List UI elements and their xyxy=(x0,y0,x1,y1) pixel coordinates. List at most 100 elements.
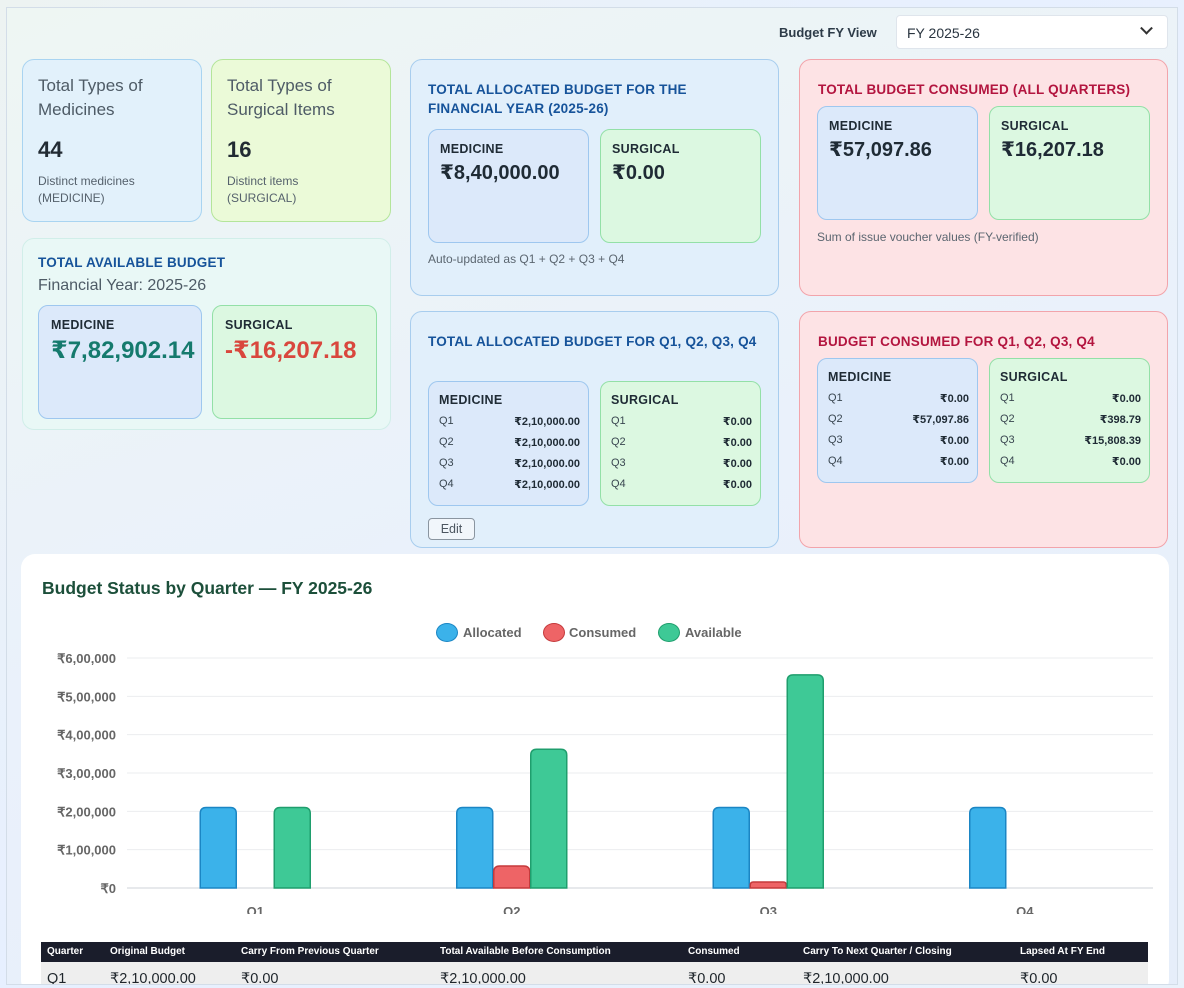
allocated-fy-note: Auto-updated as Q1 + Q2 + Q3 + Q4 xyxy=(428,252,625,266)
allocated-fy-medicine-value: ₹8,40,000.00 xyxy=(440,162,560,184)
consumed-medicine-q4-row: Q4 ₹0.00 xyxy=(828,455,969,475)
table-cell: ₹0.00 xyxy=(1020,971,1058,985)
allocated-quarters-surgical-label: SURGICAL xyxy=(611,393,679,407)
table-header-cell: Carry To Next Quarter / Closing xyxy=(803,946,952,957)
table-header-cell: Lapsed At FY End xyxy=(1020,946,1106,957)
table-row: Q1 ₹2,10,000.00 ₹0.00 ₹2,10,000.00 ₹0.00… xyxy=(41,962,1148,985)
y-tick-label: ₹6,00,000 xyxy=(57,651,116,666)
medicine-types-note: Distinct medicines (MEDICINE) xyxy=(38,174,135,205)
available-surgical-box: SURGICAL -₹16,207.18 xyxy=(212,305,377,419)
allocated-fy-surgical-label: SURGICAL xyxy=(612,142,680,156)
consumed-medicine-q1-row: Q1 ₹0.00 xyxy=(828,392,969,412)
consumed-fy-title: TOTAL BUDGET CONSUMED (ALL QUARTERS) xyxy=(818,82,1131,97)
surgical-types-card: Total Types of Surgical Items 16 Distinc… xyxy=(211,59,391,222)
allocated-fy-surgical-value: ₹0.00 xyxy=(612,162,665,184)
available-budget-subtitle: Financial Year: 2025-26 xyxy=(38,277,207,294)
quarter-label: Q4 xyxy=(611,478,626,490)
quarter-value: ₹0.00 xyxy=(1111,393,1141,405)
bar-allocated-q4[interactable] xyxy=(969,806,1007,889)
table-header-cell: Original Budget xyxy=(110,946,185,957)
allocated-fy-title: TOTAL ALLOCATED BUDGET FOR THE FINANCIAL… xyxy=(428,82,687,116)
consumed-fy-medicine-value: ₹57,097.86 xyxy=(829,139,932,161)
y-tick-label: ₹0 xyxy=(100,881,116,896)
dashboard-frame: Budget FY View FY 2025-26 Total Types of… xyxy=(6,7,1178,985)
quarter-value: ₹0.00 xyxy=(939,435,969,447)
quarter-label: Q3 xyxy=(611,457,626,469)
consumed-fy-note: Sum of issue voucher values (FY-verified… xyxy=(817,230,1039,244)
table-header-cell: Carry From Previous Quarter xyxy=(241,946,379,957)
chart-panel: Budget Status by Quarter — FY 2025-26 Al… xyxy=(21,554,1169,985)
y-tick-label: ₹5,00,000 xyxy=(57,689,116,704)
available-surgical-value: -₹16,207.18 xyxy=(225,337,357,364)
surgical-types-note: Distinct items (SURGICAL) xyxy=(227,174,299,205)
consumed-quarters-medicine-label: MEDICINE xyxy=(828,370,892,384)
table-header-cell: Total Available Before Consumption xyxy=(440,946,611,957)
consumed-fy-surgical-label: SURGICAL xyxy=(1001,119,1069,133)
bar-available-q3[interactable] xyxy=(786,674,824,889)
allocated-fy-medicine-label: MEDICINE xyxy=(440,142,504,156)
x-tick-label: Q1 xyxy=(247,904,264,914)
consumed-fy-medicine-box: MEDICINE ₹57,097.86 xyxy=(817,106,978,220)
bar-allocated-q1[interactable] xyxy=(199,806,237,889)
table-cell: Q1 xyxy=(47,971,67,985)
available-budget-title: TOTAL AVAILABLE BUDGET xyxy=(38,255,226,270)
consumed-fy-surgical-box: SURGICAL ₹16,207.18 xyxy=(989,106,1150,220)
allocated-fy-medicine-box: MEDICINE ₹8,40,000.00 xyxy=(428,129,589,243)
table-cell: ₹2,10,000.00 xyxy=(803,971,889,985)
consumed-surgical-q4-row: Q4 ₹0.00 xyxy=(1000,455,1141,475)
consumed-fy-surgical-value: ₹16,207.18 xyxy=(1001,139,1104,161)
allocated-surgical-q2-row: Q2 ₹0.00 xyxy=(611,436,752,456)
consumed-surgical-q3-row: Q3 ₹15,808.39 xyxy=(1000,434,1141,454)
quarter-value: ₹0.00 xyxy=(722,458,752,470)
quarter-value: ₹2,10,000.00 xyxy=(514,437,580,449)
table-header: Quarter Original Budget Carry From Previ… xyxy=(41,942,1148,962)
allocated-quarters-title: TOTAL ALLOCATED BUDGET FOR Q1, Q2, Q3, Q… xyxy=(428,334,757,349)
edit-quarter-budget-button[interactable]: Edit xyxy=(428,518,475,540)
fy-select-value: FY 2025-26 xyxy=(907,25,980,41)
allocated-quarters-medicine-label: MEDICINE xyxy=(439,393,503,407)
bar-allocated-q2[interactable] xyxy=(456,806,494,889)
allocated-quarters-surgical-box: SURGICAL Q1 ₹0.00 Q2 ₹0.00 Q3 ₹0.00 Q4 ₹… xyxy=(600,381,761,506)
table-header-cell: Quarter xyxy=(47,946,84,957)
quarter-label: Q1 xyxy=(828,392,843,404)
y-tick-label: ₹3,00,000 xyxy=(57,766,116,781)
consumed-fy-medicine-label: MEDICINE xyxy=(829,119,893,133)
bar-consumed-q3[interactable] xyxy=(749,881,787,889)
quarter-label: Q1 xyxy=(439,415,454,427)
y-tick-label: ₹1,00,000 xyxy=(57,843,116,858)
bar-available-q2[interactable] xyxy=(530,748,568,889)
medicine-types-card: Total Types of Medicines 44 Distinct med… xyxy=(22,59,202,222)
bar-available-q1[interactable] xyxy=(273,806,311,889)
quarter-value: ₹0.00 xyxy=(1111,456,1141,468)
quarter-value: ₹398.79 xyxy=(1099,414,1141,426)
consumed-surgical-q1-row: Q1 ₹0.00 xyxy=(1000,392,1141,412)
y-tick-label: ₹2,00,000 xyxy=(57,804,116,819)
x-tick-label: Q2 xyxy=(503,904,520,914)
quarter-label: Q4 xyxy=(439,478,454,490)
quarter-value: ₹2,10,000.00 xyxy=(514,458,580,470)
consumed-quarters-surgical-label: SURGICAL xyxy=(1000,370,1068,384)
consumed-medicine-q2-row: Q2 ₹57,097.86 xyxy=(828,413,969,433)
quarter-label: Q3 xyxy=(828,434,843,446)
quarter-label: Q2 xyxy=(439,436,454,448)
allocated-quarters-medicine-box: MEDICINE Q1 ₹2,10,000.00 Q2 ₹2,10,000.00… xyxy=(428,381,589,506)
consumed-quarters-medicine-box: MEDICINE Q1 ₹0.00 Q2 ₹57,097.86 Q3 ₹0.00… xyxy=(817,358,978,483)
surgical-types-title: Total Types of Surgical Items xyxy=(227,76,335,119)
quarter-label: Q4 xyxy=(828,455,843,467)
allocated-medicine-q1-row: Q1 ₹2,10,000.00 xyxy=(439,415,580,435)
x-tick-label: Q4 xyxy=(1016,904,1034,914)
quarter-value: ₹57,097.86 xyxy=(912,414,969,426)
fy-select[interactable]: FY 2025-26 xyxy=(896,15,1168,49)
quarter-value: ₹2,10,000.00 xyxy=(514,416,580,428)
consumed-quarters-surgical-box: SURGICAL Q1 ₹0.00 Q2 ₹398.79 Q3 ₹15,808.… xyxy=(989,358,1150,483)
consumed-quarters-title: BUDGET CONSUMED FOR Q1, Q2, Q3, Q4 xyxy=(818,334,1095,349)
quarter-value: ₹2,10,000.00 xyxy=(514,479,580,491)
fy-view-label: Budget FY View xyxy=(779,25,877,40)
quarter-label: Q3 xyxy=(1000,434,1015,446)
consumed-medicine-q3-row: Q3 ₹0.00 xyxy=(828,434,969,454)
consumed-quarters-card: BUDGET CONSUMED FOR Q1, Q2, Q3, Q4 MEDIC… xyxy=(799,311,1168,548)
medicine-types-title: Total Types of Medicines xyxy=(38,76,143,119)
allocated-medicine-q2-row: Q2 ₹2,10,000.00 xyxy=(439,436,580,456)
bar-consumed-q2[interactable] xyxy=(493,865,531,889)
bar-allocated-q3[interactable] xyxy=(712,806,750,889)
